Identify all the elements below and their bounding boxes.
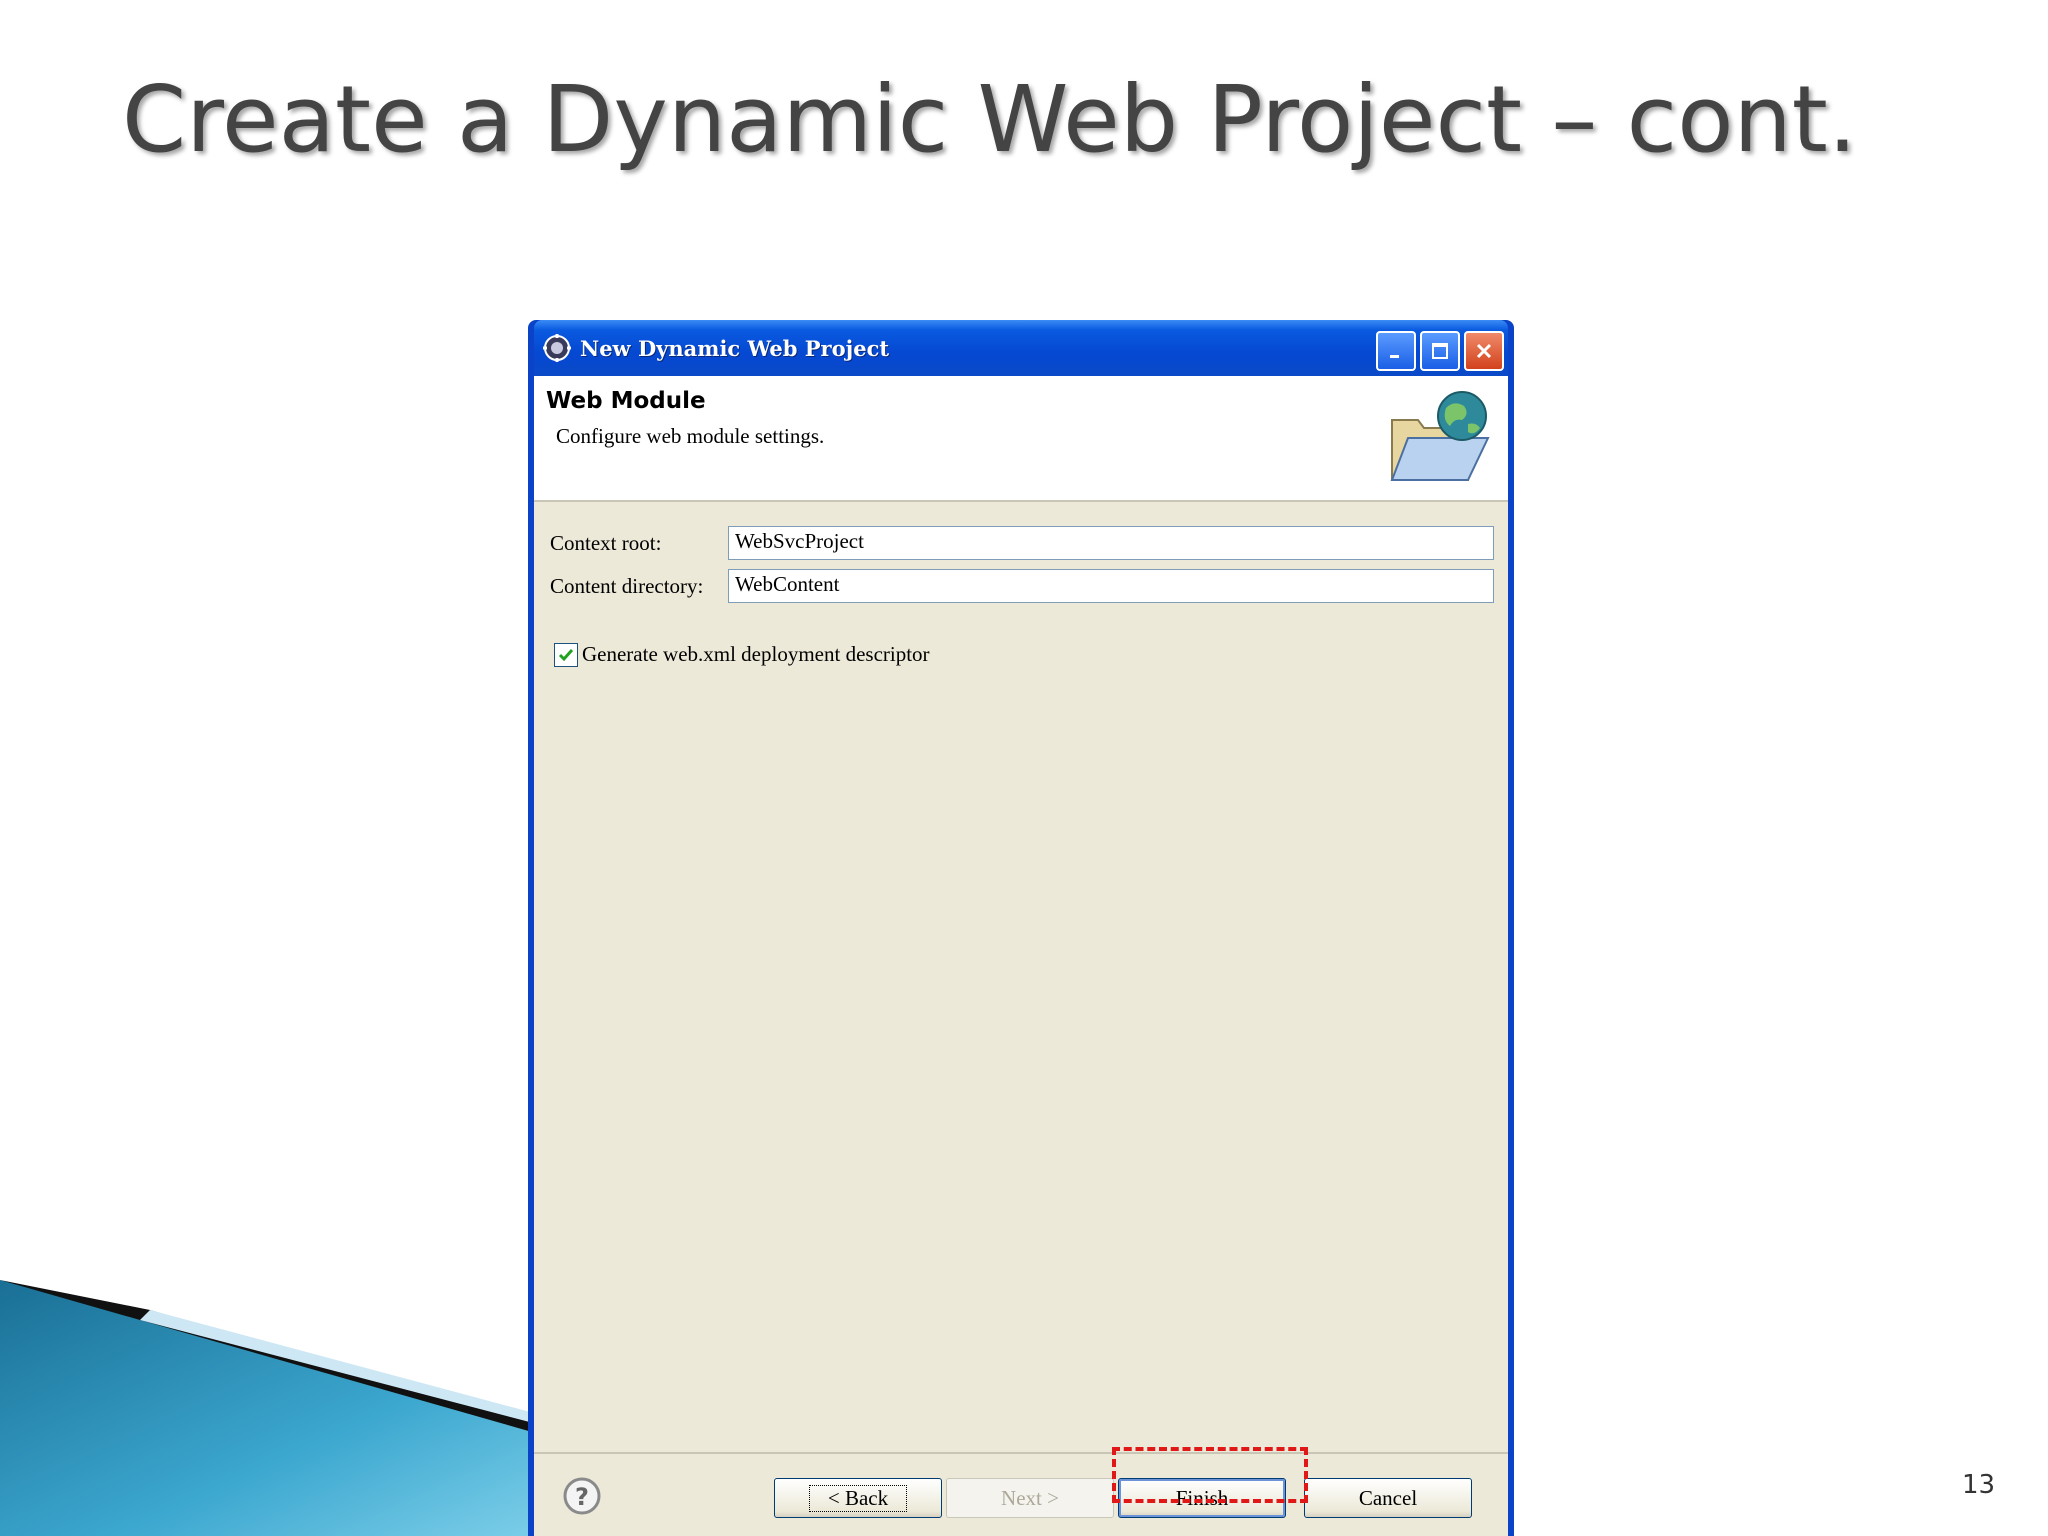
window-title: New Dynamic Web Project: [580, 335, 890, 361]
content-directory-label: Content directory:: [550, 573, 704, 598]
back-button-label: < Back: [808, 1484, 908, 1512]
context-root-input[interactable]: WebSvcProject: [728, 526, 1494, 560]
slide-title: Create a Dynamic Web Project – cont.: [122, 66, 1858, 173]
help-icon[interactable]: ?: [562, 1476, 602, 1516]
back-button[interactable]: < Back: [774, 1478, 942, 1518]
context-root-label: Context root:: [550, 530, 662, 555]
page-description: Configure web module settings.: [556, 424, 825, 448]
page-title: Web Module: [546, 388, 706, 414]
folder-globe-icon: [1390, 391, 1490, 481]
generate-descriptor-row[interactable]: Generate web.xml deployment descriptor: [554, 642, 930, 667]
generate-descriptor-checkbox[interactable]: [554, 642, 578, 667]
close-button[interactable]: [1464, 331, 1504, 371]
svg-text:?: ?: [575, 1483, 589, 1511]
minimize-button[interactable]: [1376, 331, 1416, 371]
titlebar[interactable]: New Dynamic Web Project: [534, 320, 1508, 376]
context-root-row: Context root: WebSvcProject: [550, 526, 1494, 560]
content-directory-input[interactable]: WebContent: [728, 569, 1494, 603]
dialog-body: Web Module Configure web module settings…: [534, 376, 1508, 1536]
checkmark-icon: [558, 648, 574, 661]
cancel-button[interactable]: Cancel: [1304, 1478, 1472, 1518]
finish-button[interactable]: Finish: [1118, 1478, 1286, 1518]
maximize-button[interactable]: [1420, 331, 1460, 371]
maximize-icon: [1432, 343, 1448, 359]
content-directory-row: Content directory: WebContent: [550, 569, 1494, 603]
slide-number: 13: [1962, 1470, 1996, 1500]
slide-decoration: [0, 1280, 560, 1536]
close-icon: [1476, 343, 1492, 359]
eclipse-gear-icon: [543, 334, 571, 362]
dialog-window: New Dynamic Web Project Web Module Confi…: [528, 320, 1514, 1536]
button-bar: ? < Back Next > Finish Cancel: [534, 1452, 1508, 1536]
wizard-header: Web Module Configure web module settings…: [534, 376, 1508, 502]
generate-descriptor-label: Generate web.xml deployment descriptor: [582, 642, 930, 666]
next-button[interactable]: Next >: [946, 1478, 1114, 1518]
minimize-icon: [1390, 355, 1399, 358]
